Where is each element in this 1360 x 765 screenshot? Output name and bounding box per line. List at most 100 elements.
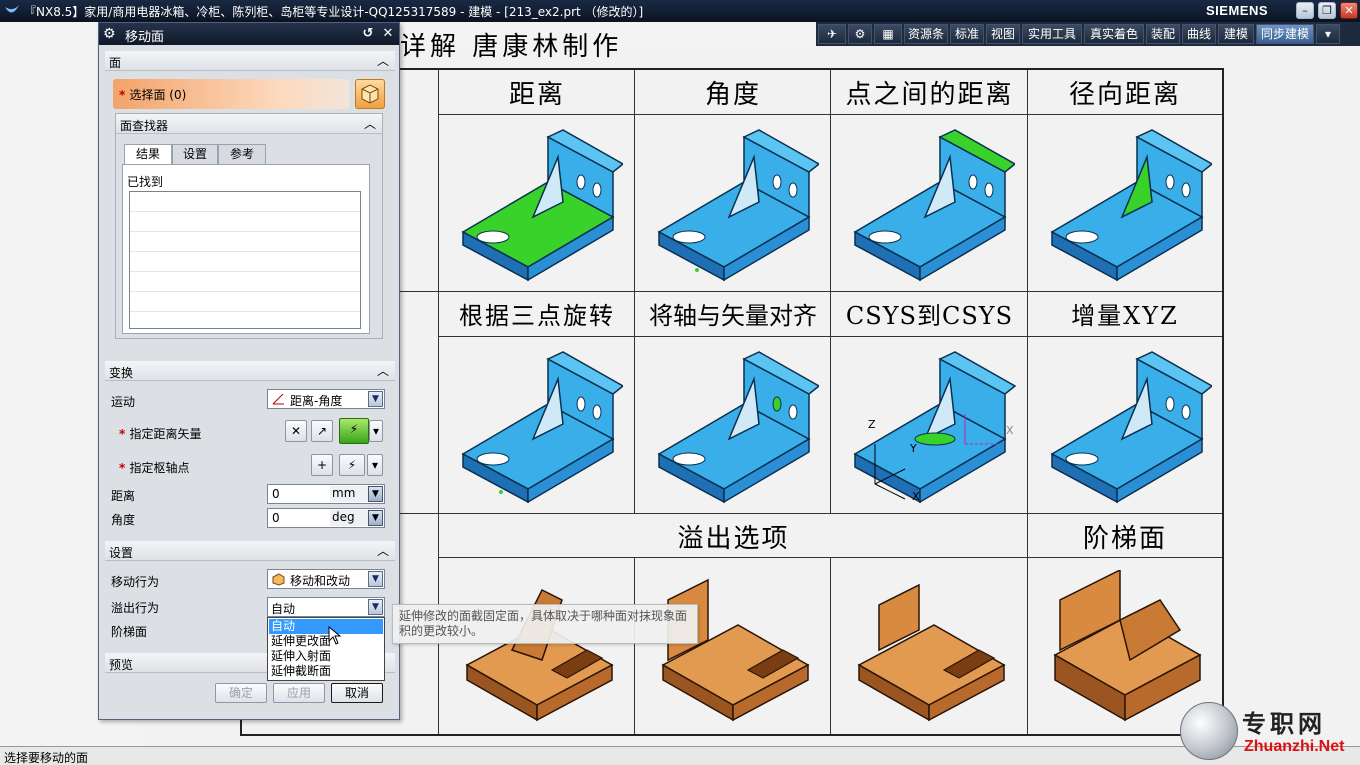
part-image-overflow-3 bbox=[857, 583, 1006, 722]
point-dialog-icon[interactable]: + bbox=[311, 454, 333, 476]
window-title: 『NX8.5】家用/商用电器冰箱、冷柜、陈列柜、岛柜等专业设计-QQ125317… bbox=[24, 5, 644, 19]
chevron-down-icon[interactable]: ▼ bbox=[368, 571, 383, 587]
dialog-close-icon[interactable]: ✕ bbox=[379, 25, 397, 43]
inferred-vector-icon[interactable]: ⚡ bbox=[339, 418, 369, 444]
section-transform[interactable]: 变换 ︿ bbox=[105, 361, 395, 381]
restore-button[interactable]: ❐ bbox=[1318, 2, 1336, 19]
motion-label: 运动 bbox=[111, 395, 136, 409]
part-image-three-point-rotate bbox=[461, 351, 623, 504]
status-text: 选择要移动的面 bbox=[4, 751, 89, 765]
section-settings-label: 设置 bbox=[109, 546, 134, 560]
minimize-button[interactable]: – bbox=[1296, 2, 1314, 19]
nx-menu-icon[interactable]: ✈ bbox=[818, 24, 846, 44]
dialog-gear-icon[interactable]: ⚙ bbox=[103, 26, 119, 42]
part-image-point-distance bbox=[853, 129, 1015, 282]
face-finder-label: 面查找器 bbox=[120, 119, 169, 133]
table-line bbox=[439, 336, 1222, 337]
chevron-up-icon[interactable]: ︿ bbox=[377, 52, 389, 69]
overflow-option-auto[interactable]: 自动 bbox=[269, 619, 383, 634]
vector-dropdown-icon[interactable]: ▾ bbox=[369, 420, 383, 442]
header-step-face: 阶梯面 bbox=[1082, 524, 1167, 554]
tab-settings[interactable]: 设置 bbox=[172, 144, 218, 164]
dialog-title: 移动面 bbox=[125, 30, 165, 45]
found-list[interactable] bbox=[129, 191, 361, 329]
axis-z-label: Z bbox=[868, 418, 876, 431]
part-image-angle bbox=[657, 129, 819, 282]
point-dropdown-icon[interactable]: ▾ bbox=[367, 454, 383, 476]
chevron-up-icon[interactable]: ︿ bbox=[377, 362, 389, 379]
toolbar-item-view[interactable]: 视图 bbox=[986, 24, 1020, 44]
axis-y-label: Y bbox=[910, 442, 917, 455]
overflow-tooltip: 延伸修改的面截固定面，具体取决于哪种面对抹现象面积的更改较小。 bbox=[392, 604, 698, 644]
chevron-down-icon[interactable]: ▼ bbox=[368, 391, 383, 407]
face-finder-header[interactable]: 面查找器 ︿ bbox=[116, 114, 382, 134]
toolbar-item-standard[interactable]: 标准 bbox=[950, 24, 984, 44]
overflow-behavior-label: 溢出行为 bbox=[111, 601, 160, 615]
drawing-header: 详解 唐康林制作 bbox=[400, 32, 623, 62]
table-line bbox=[439, 114, 1222, 115]
top-toolbar: ✈ ⚙ ▦ 资源条 标准 视图 实用工具 真实着色 装配 曲线 建模 同步建模 … bbox=[816, 22, 1360, 46]
header-delta-xyz: 增量XYZ bbox=[1071, 302, 1179, 330]
tab-results[interactable]: 结果 bbox=[124, 144, 172, 165]
cancel-button[interactable]: 取消 bbox=[331, 683, 383, 703]
header-overflow-options: 溢出选项 bbox=[677, 524, 790, 554]
reset-icon[interactable]: ↺ bbox=[359, 25, 377, 43]
overflow-option-extend-changed[interactable]: 延伸更改面 bbox=[269, 634, 383, 649]
close-window-button[interactable]: ✕ bbox=[1340, 2, 1358, 19]
angle-field[interactable]: 0 deg ▼ bbox=[267, 508, 385, 528]
ok-button[interactable]: 确定 bbox=[215, 683, 267, 703]
section-settings[interactable]: 设置 ︿ bbox=[105, 541, 395, 561]
apply-button[interactable]: 应用 bbox=[273, 683, 325, 703]
chevron-down-icon[interactable]: ▼ bbox=[368, 486, 383, 502]
section-preview-label: 预览 bbox=[109, 658, 134, 672]
distance-field[interactable]: 0 mm ▼ bbox=[267, 484, 385, 504]
overflow-dropdown-list: 自动 延伸更改面 延伸入射面 延伸截断面 bbox=[267, 617, 385, 681]
face-selection-cube-icon[interactable] bbox=[355, 79, 385, 109]
header-angle: 角度 bbox=[704, 80, 761, 110]
toolbar-overflow-icon[interactable]: ▾ bbox=[1316, 24, 1340, 44]
header-align-axis: 将轴与矢量对齐 bbox=[649, 302, 817, 330]
toolbar-item-assembly[interactable]: 装配 bbox=[1146, 24, 1180, 44]
select-face-label: * 选择面 (0) bbox=[119, 88, 187, 102]
axis-x-label: X bbox=[912, 490, 920, 503]
overflow-option-extend-incident[interactable]: 延伸入射面 bbox=[269, 649, 383, 664]
motion-select[interactable]: 距离-角度 ▼ bbox=[267, 389, 385, 409]
face-finder-panel: 面查找器 ︿ 结果 设置 参考 已找到 bbox=[115, 113, 383, 339]
chevron-up-icon[interactable]: ︿ bbox=[377, 542, 389, 559]
move-behavior-label: 移动行为 bbox=[111, 575, 160, 589]
part-image-overflow-2 bbox=[661, 578, 810, 722]
select-face-row[interactable]: * 选择面 (0) bbox=[113, 79, 349, 109]
toolbar-item-true-shading[interactable]: 真实着色 bbox=[1084, 24, 1144, 44]
toolbar-item-utilities[interactable]: 实用工具 bbox=[1022, 24, 1082, 44]
chevron-down-icon[interactable]: ▼ bbox=[368, 510, 383, 526]
chevron-down-icon[interactable]: ▼ bbox=[368, 599, 383, 615]
mouse-cursor-icon bbox=[328, 626, 342, 645]
gear-icon[interactable]: ⚙ bbox=[848, 24, 872, 44]
reverse-direction-icon[interactable]: ✕ bbox=[285, 420, 307, 442]
angle-label: 角度 bbox=[111, 513, 136, 527]
grid-icon[interactable]: ▦ bbox=[874, 24, 902, 44]
distance-label: 距离 bbox=[111, 489, 136, 503]
inferred-point-icon[interactable]: ⚡ bbox=[339, 454, 365, 476]
distance-vector-label: * 指定距离矢量 bbox=[119, 427, 202, 441]
part-image-align-axis bbox=[657, 351, 819, 504]
vector-dialog-icon[interactable]: ↗ bbox=[311, 420, 333, 442]
tab-reference[interactable]: 参考 bbox=[218, 144, 266, 164]
nx-logo-icon bbox=[5, 5, 19, 13]
toolbar-item-modeling[interactable]: 建模 bbox=[1218, 24, 1254, 44]
toolbar-item-resource-bar[interactable]: 资源条 bbox=[904, 24, 948, 44]
status-bar: 选择要移动的面 bbox=[0, 746, 1360, 765]
section-transform-label: 变换 bbox=[109, 366, 134, 380]
overflow-option-extend-cap[interactable]: 延伸截断面 bbox=[269, 664, 383, 679]
watermark-ball-icon bbox=[1180, 702, 1238, 760]
toolbar-item-sync-modeling[interactable]: 同步建模 bbox=[1256, 24, 1314, 44]
header-point-distance: 点之间的距离 bbox=[845, 80, 1014, 110]
toolbar-item-curve[interactable]: 曲线 bbox=[1182, 24, 1216, 44]
watermark-cn: 专职网 bbox=[1242, 709, 1326, 738]
section-face[interactable]: 面 ︿ bbox=[105, 51, 395, 71]
chevron-up-icon[interactable]: ︿ bbox=[364, 115, 376, 132]
move-behavior-select[interactable]: 移动和改动 ▼ bbox=[267, 569, 385, 589]
header-csys-to-csys: CSYS到CSYS bbox=[845, 302, 1014, 330]
overflow-behavior-select[interactable]: 自动 ▼ bbox=[267, 597, 385, 617]
distance-angle-icon bbox=[271, 392, 286, 406]
